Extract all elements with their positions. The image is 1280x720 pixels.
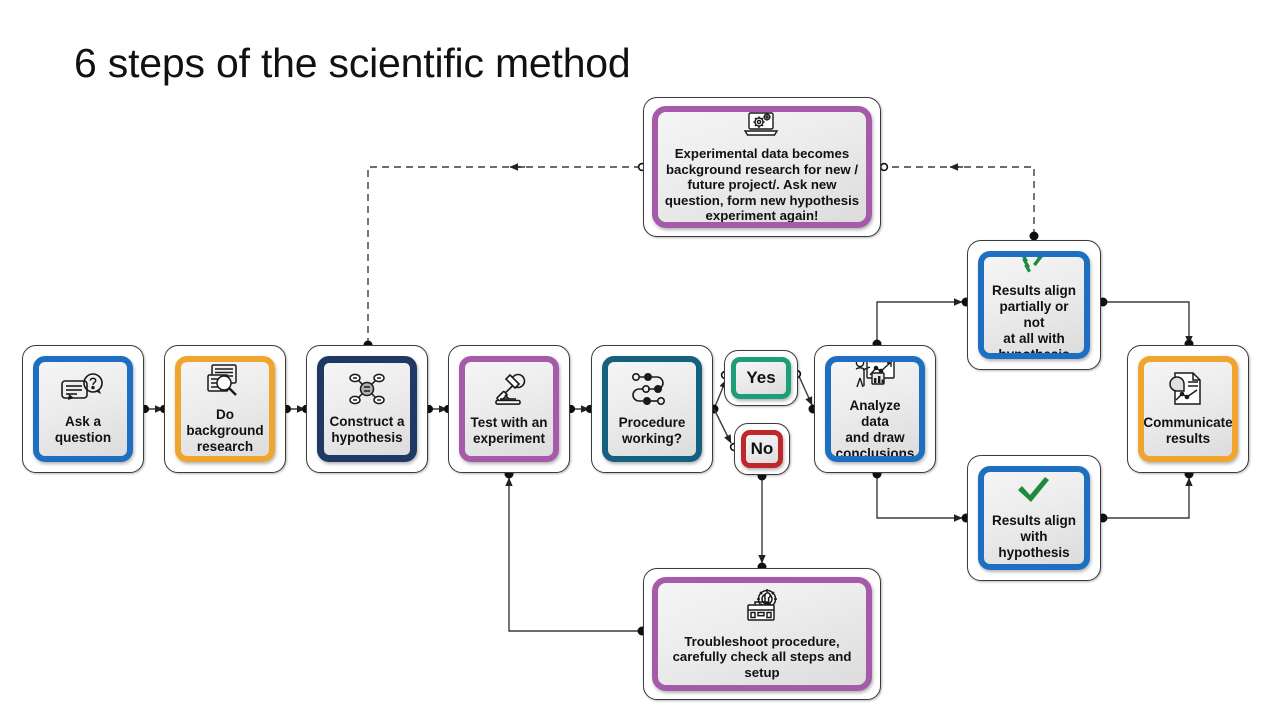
edge-no-to-troubleshoot xyxy=(757,471,767,572)
edge-test-to-procedure xyxy=(566,404,595,414)
solid-checkmark-icon xyxy=(1014,475,1054,510)
node-label: Results align with hypothesis xyxy=(991,513,1077,560)
node-label: Troubleshoot procedure, carefully check … xyxy=(672,633,852,680)
node-experimental-data-note[interactable]: Experimental data becomes background res… xyxy=(643,97,881,237)
node-label: Procedure working? xyxy=(618,415,686,446)
edge-results-partial-to-note-dashed xyxy=(885,166,1039,241)
node-label: Communicate results xyxy=(1143,415,1233,446)
node-troubleshoot-procedure[interactable]: Troubleshoot procedure, carefully check … xyxy=(643,568,881,700)
node-test-with-an-experiment[interactable]: Test with an experiment xyxy=(448,345,570,473)
diagram-canvas: 6 steps of the scientific method Ask a q… xyxy=(0,0,1280,720)
document-magnifier-icon xyxy=(205,363,245,404)
toolbox-gear-wrench-icon xyxy=(738,588,786,631)
node-ask-a-question[interactable]: Ask a question xyxy=(22,345,144,473)
edge-analyze-to-results-partial xyxy=(872,297,971,349)
edge-results-partial-to-communicate xyxy=(1098,297,1194,349)
edge-troubleshoot-to-test xyxy=(504,469,647,636)
node-label: Results align partially or not at all wi… xyxy=(991,283,1077,359)
node-label: No xyxy=(750,438,774,458)
node-yes[interactable]: Yes xyxy=(724,350,798,406)
edge-analyze-to-results-align xyxy=(872,469,971,523)
network-nodes-icon xyxy=(344,372,390,411)
node-label: Do background research xyxy=(186,407,264,454)
node-label: Ask a question xyxy=(54,414,112,445)
node-label: Test with an experiment xyxy=(470,415,548,446)
node-procedure-working[interactable]: Procedure working? xyxy=(591,345,713,473)
node-communicate-results[interactable]: Communicate results xyxy=(1127,345,1249,473)
node-analyze-data-and-draw-conclusions[interactable]: Analyze data and draw conclusions xyxy=(814,345,936,473)
node-do-background-research[interactable]: Do background research xyxy=(164,345,286,473)
laptop-gear-icon xyxy=(741,112,783,143)
node-label: Experimental data becomes background res… xyxy=(664,146,860,224)
workflow-path-icon xyxy=(628,371,676,412)
speech-bubble-question-icon xyxy=(60,372,106,411)
page-title: 6 steps of the scientific method xyxy=(74,40,631,86)
edge-results-align-to-communicate xyxy=(1098,469,1194,523)
presenter-chart-icon xyxy=(853,362,897,395)
edge-note-to-construct-dashed xyxy=(367,166,641,341)
report-chart-document-icon xyxy=(1168,371,1208,412)
node-results-align-with-hypothesis[interactable]: Results align with hypothesis xyxy=(967,455,1101,581)
node-label: Analyze data and draw conclusions xyxy=(835,398,915,461)
node-no[interactable]: No xyxy=(734,423,790,475)
node-results-align-partially[interactable]: Results align partially or not at all wi… xyxy=(967,240,1101,370)
node-label: Yes xyxy=(746,367,776,387)
microscope-icon xyxy=(488,371,530,412)
node-label: Construct a hypothesis xyxy=(329,414,405,445)
node-construct-a-hypothesis[interactable]: Construct a hypothesis xyxy=(306,345,428,473)
dashed-checkmark-icon xyxy=(1014,257,1054,280)
